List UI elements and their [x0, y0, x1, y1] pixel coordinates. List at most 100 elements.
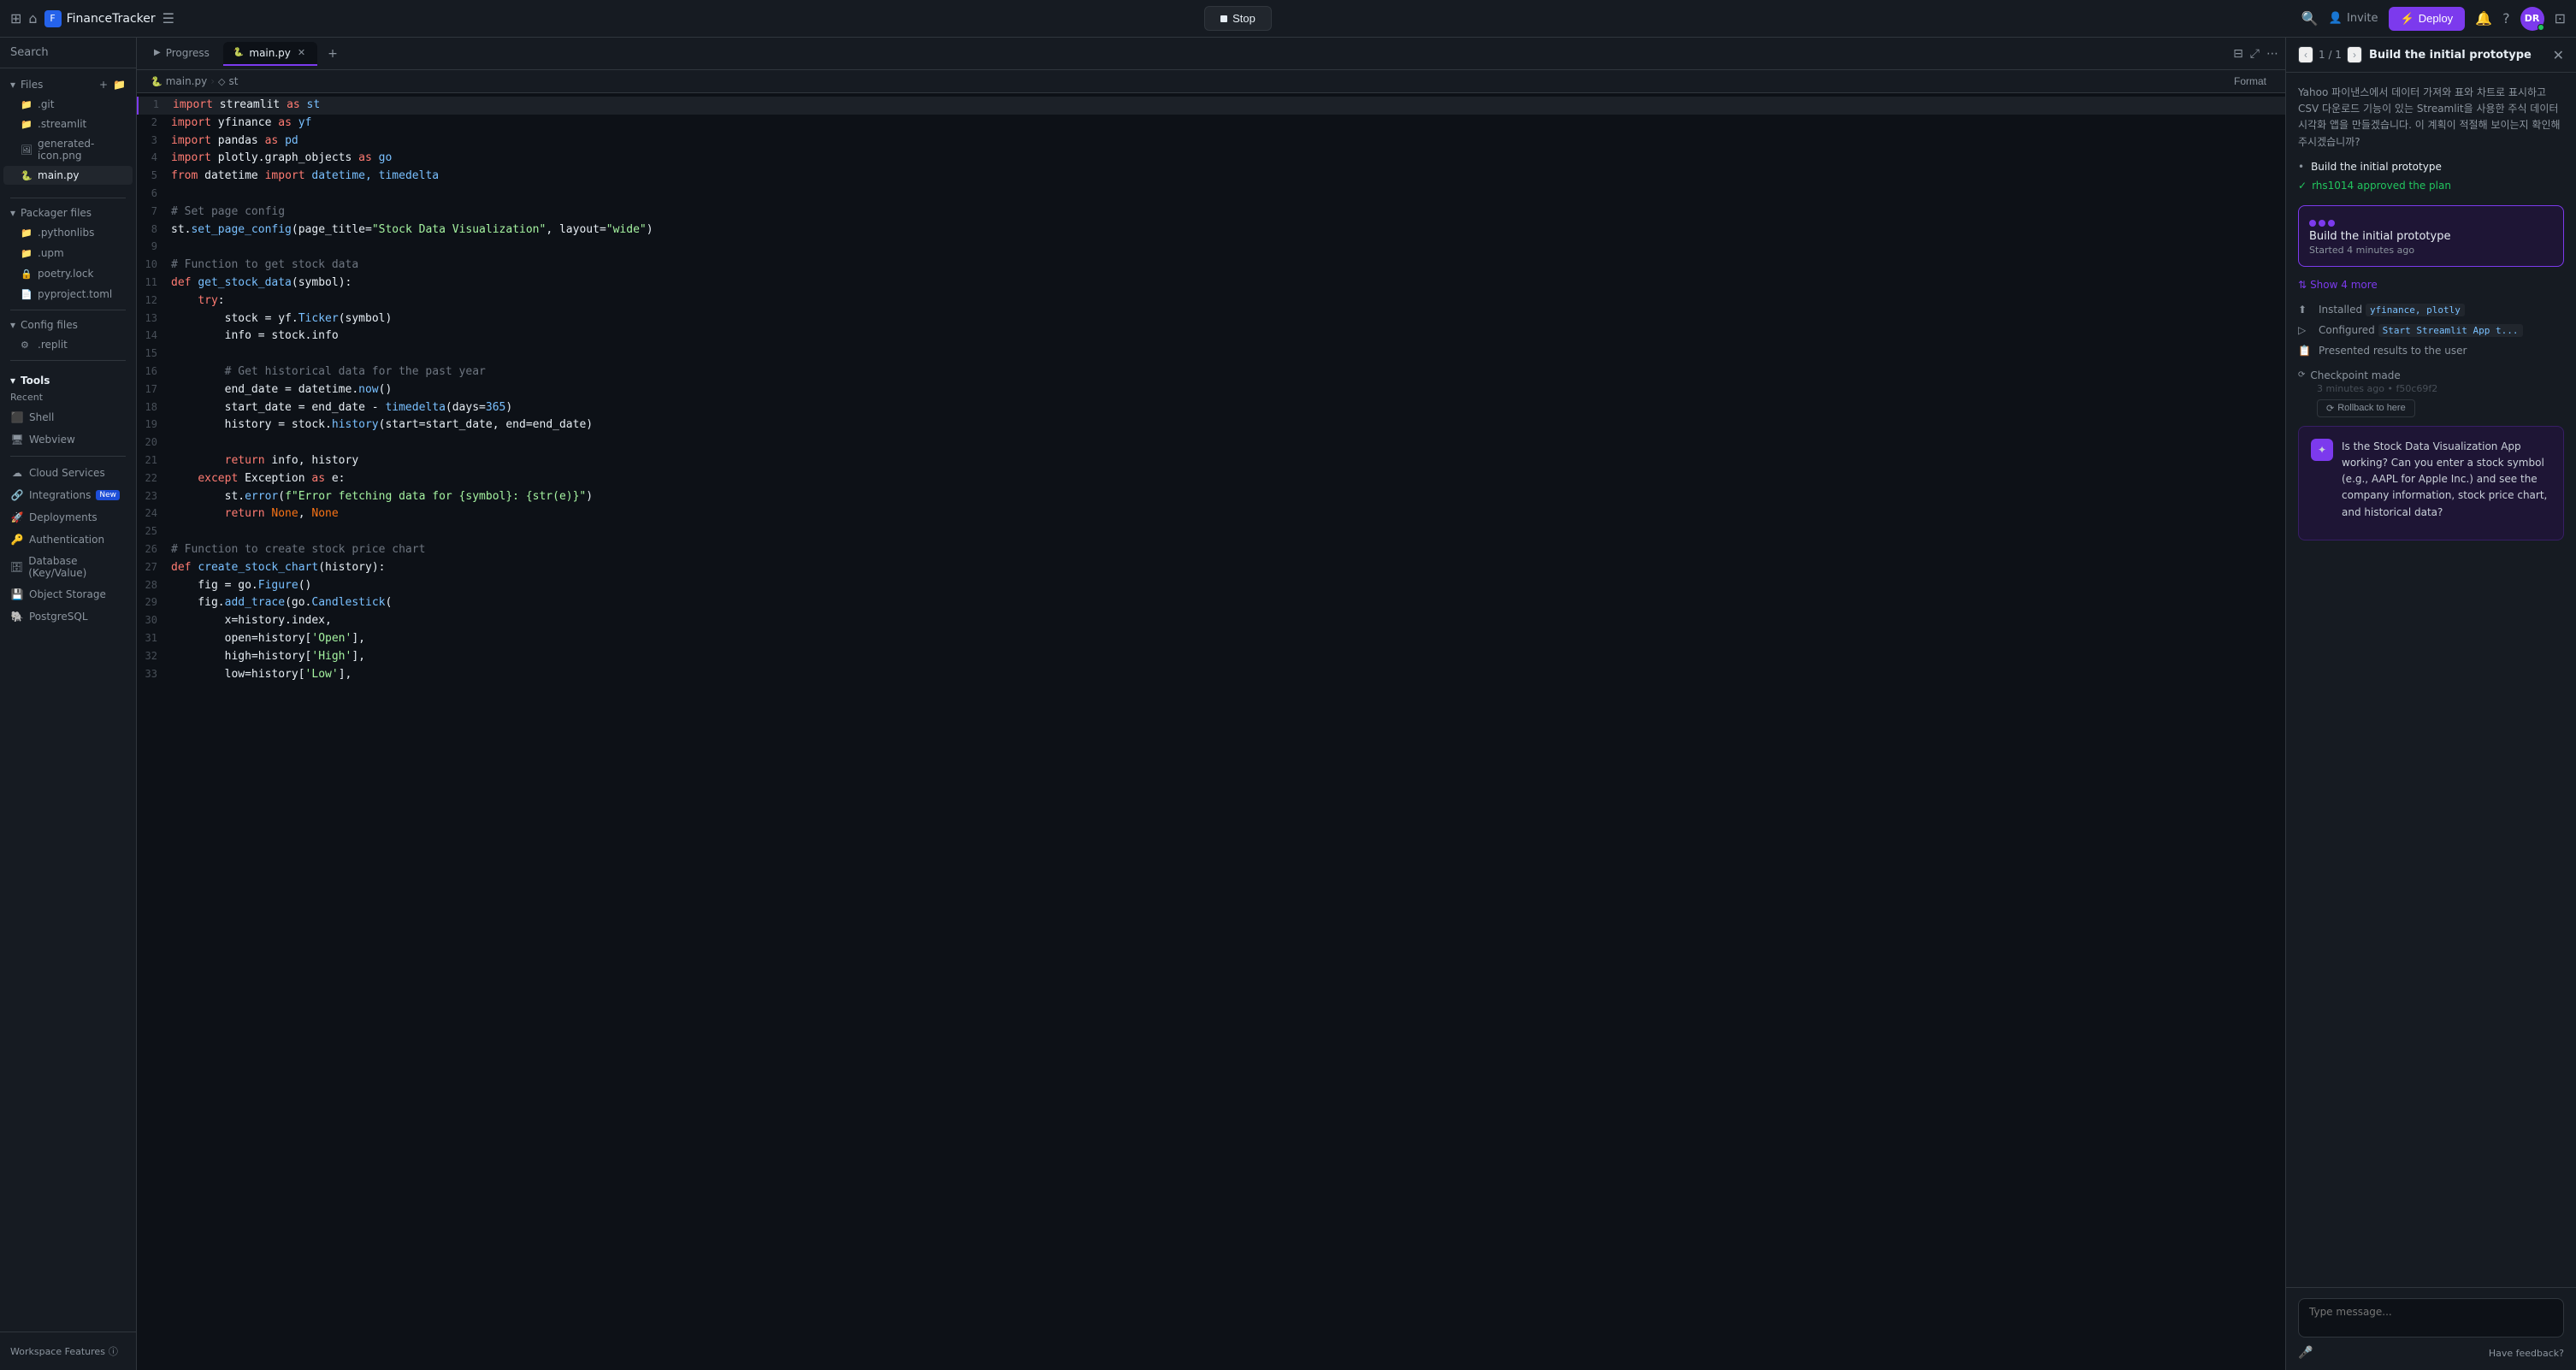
bell-icon[interactable]: 🔔: [2475, 10, 2492, 27]
rollback-button[interactable]: ⟳ Rollback to here: [2317, 399, 2415, 417]
brand-name: FinanceTracker: [67, 12, 156, 26]
png-icon: 🖼: [21, 145, 32, 156]
sidebar-item-upm[interactable]: 📁 .upm: [3, 244, 133, 263]
chat-input[interactable]: [2298, 1298, 2564, 1338]
code-editor[interactable]: 1 import streamlit as st 2 import yfinan…: [137, 93, 2285, 1370]
code-line-30: 30 x=history.index,: [137, 612, 2285, 630]
workspace-features[interactable]: Workspace Features ⓘ: [0, 1339, 136, 1363]
tools-item-auth[interactable]: 🔑 Authentication: [0, 529, 136, 551]
upload-icon: ⬆: [2298, 304, 2312, 316]
upm-icon: 📁: [21, 248, 32, 259]
postgresql-icon: 🐘: [10, 610, 24, 623]
avatar[interactable]: DR: [2520, 7, 2544, 31]
editor-tabs: ▶ Progress 🐍 main.py ✕ + ⊟ ⤢ ⋯: [137, 38, 2285, 70]
invite-button[interactable]: 👤 Invite: [2329, 12, 2378, 25]
panel-close-icon[interactable]: ✕: [2553, 47, 2564, 63]
packager-header[interactable]: ▾ Packager files: [0, 204, 136, 222]
auth-label: Authentication: [29, 534, 104, 546]
clipboard-icon: 📋: [2298, 345, 2312, 357]
tools-header[interactable]: ▾ Tools: [0, 371, 136, 390]
code-line-15: 15: [137, 345, 2285, 363]
main-py-tab-icon: 🐍: [233, 48, 244, 57]
divider-tools: [10, 360, 126, 361]
sidebar-item-icon-png[interactable]: 🖼 generated-icon.png: [3, 134, 133, 165]
agent-message-card: ✦ Is the Stock Data Visualization App wo…: [2298, 426, 2564, 540]
tab-progress[interactable]: ▶ Progress: [144, 42, 220, 66]
split-editor-icon[interactable]: ⊟: [2233, 47, 2243, 61]
code-line-19: 19 history = stock.history(start=start_d…: [137, 416, 2285, 434]
tools-item-database[interactable]: 🗄 Database (Key/Value): [0, 551, 136, 583]
feedback-label[interactable]: Have feedback?: [2489, 1348, 2564, 1359]
sidebar-item-pyproject[interactable]: 📄 pyproject.toml: [3, 285, 133, 304]
deployments-label: Deployments: [29, 511, 97, 523]
sidebar-item-git[interactable]: 📁 .git: [3, 95, 133, 114]
right-panel: ‹ 1 / 1 › Build the initial prototype ✕ …: [2285, 38, 2576, 1370]
stop-button[interactable]: Stop: [1204, 6, 1272, 31]
mic-icon[interactable]: 🎤: [2298, 1346, 2313, 1360]
deploy-button[interactable]: ⚡ Deploy: [2389, 7, 2466, 31]
tools-item-object-storage[interactable]: 💾 Object Storage: [0, 583, 136, 605]
progress-tab-label: Progress: [166, 47, 210, 59]
sidebar-item-replit[interactable]: ⚙ .replit: [3, 335, 133, 354]
panel-prev-button[interactable]: ‹: [2298, 46, 2313, 63]
home-icon[interactable]: ⌂: [28, 10, 37, 27]
files-section-header[interactable]: ▾ Files + 📁: [0, 75, 136, 94]
tools-item-deployments[interactable]: 🚀 Deployments: [0, 506, 136, 529]
rollback-label: Rollback to here: [2337, 403, 2406, 413]
code-line-24: 24 return None, None: [137, 505, 2285, 523]
sidebar-item-poetry-lock[interactable]: 🔒 poetry.lock: [3, 264, 133, 283]
code-line-28: 28 fig = go.Figure(): [137, 577, 2285, 595]
fullscreen-icon[interactable]: ⤢: [2250, 47, 2260, 61]
code-line-31: 31 open=history['Open'],: [137, 630, 2285, 648]
code-line-8: 8 st.set_page_config(page_title="Stock D…: [137, 221, 2285, 239]
right-panel-header: ‹ 1 / 1 › Build the initial prototype ✕: [2286, 38, 2576, 73]
sidebar-item-streamlit[interactable]: 📁 .streamlit: [3, 115, 133, 133]
format-button[interactable]: Format: [2229, 74, 2272, 89]
expand-icon[interactable]: ⊡: [2555, 10, 2566, 27]
code-line-7: 7 # Set page config: [137, 204, 2285, 221]
help-icon[interactable]: ?: [2502, 10, 2510, 27]
breadcrumb-separator: ›: [210, 75, 215, 87]
more-options-icon[interactable]: ⋯: [2266, 47, 2278, 61]
breadcrumb-st[interactable]: st: [229, 75, 239, 87]
search-label[interactable]: Search: [10, 46, 49, 59]
close-tab-icon[interactable]: ✕: [296, 47, 307, 58]
code-line-1: 1 import streamlit as st: [137, 97, 2285, 115]
code-line-5: 5 from datetime import datetime, timedel…: [137, 168, 2285, 186]
topbar-center: Stop: [181, 6, 2295, 31]
menu-icon[interactable]: ☰: [162, 10, 174, 27]
panel-nav: ‹ 1 / 1 ›: [2298, 46, 2362, 63]
checkmark-icon: ✓: [2298, 180, 2307, 192]
sidebar-item-main-py[interactable]: 🐍 main.py: [3, 166, 133, 185]
search-icon[interactable]: 🔍: [2301, 10, 2319, 27]
main-py-label: main.py: [38, 169, 80, 181]
tab-main-py[interactable]: 🐍 main.py ✕: [223, 42, 317, 66]
divider-cloud: [10, 456, 126, 457]
checkpoint-icon: ⟳: [2298, 370, 2305, 380]
tools-section: ▾ Tools Recent ⬛ Shell 🖥 Webview ☁ Cloud…: [0, 366, 136, 633]
config-label: Config files: [21, 319, 78, 331]
database-label: Database (Key/Value): [28, 555, 126, 579]
config-header[interactable]: ▾ Config files: [0, 316, 136, 334]
python-file-icon: 🐍: [21, 170, 32, 181]
code-line-32: 32 high=history['High'],: [137, 648, 2285, 666]
tools-item-integrations[interactable]: 🔗 Integrations New: [0, 484, 136, 506]
sub-item-presented: 📋 Presented results to the user: [2298, 340, 2564, 361]
grid-icon[interactable]: ⊞: [10, 10, 21, 27]
approved-row: ✓ rhs1014 approved the plan: [2298, 180, 2564, 192]
deploy-label: Deploy: [2419, 12, 2453, 25]
tools-item-webview[interactable]: 🖥 Webview: [0, 428, 136, 451]
replit-label: .replit: [38, 339, 68, 351]
sidebar-item-pythonlibs[interactable]: 📁 .pythonlibs: [3, 223, 133, 242]
breadcrumb-main-py[interactable]: main.py: [166, 75, 208, 87]
show-more-button[interactable]: ⇅ Show 4 more: [2298, 275, 2564, 294]
add-tab-button[interactable]: +: [321, 44, 345, 64]
panel-counter: 1 / 1: [2319, 49, 2342, 61]
main-layout: Search ▾ Files + 📁 📁 .git 📁 .streamlit 🖼…: [0, 38, 2576, 1370]
new-folder-icon[interactable]: 📁: [113, 79, 126, 91]
panel-next-button[interactable]: ›: [2347, 46, 2362, 63]
tools-item-postgresql[interactable]: 🐘 PostgreSQL: [0, 605, 136, 628]
tools-item-shell[interactable]: ⬛ Shell: [0, 406, 136, 428]
new-file-icon[interactable]: +: [99, 79, 108, 91]
tools-item-cloud[interactable]: ☁ Cloud Services: [0, 462, 136, 484]
